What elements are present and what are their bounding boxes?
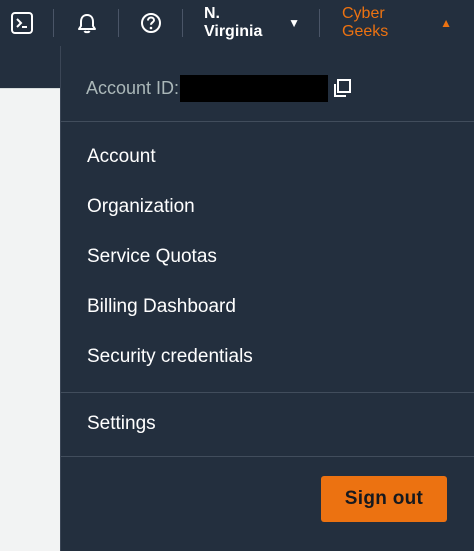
caret-up-icon: ▲: [440, 16, 452, 30]
separator: [118, 9, 119, 37]
region-label: N. Virginia: [204, 5, 263, 40]
account-dropdown-menu: Account ID: Account Organization Service…: [60, 46, 474, 551]
caret-down-icon: ▼: [288, 16, 300, 30]
separator: [53, 9, 54, 37]
account-id-row: Account ID:: [86, 74, 352, 102]
divider: [61, 121, 474, 122]
region-selector[interactable]: N. Virginia ▼: [204, 0, 300, 46]
separator: [319, 9, 320, 37]
copy-icon[interactable]: [332, 78, 352, 98]
account-menu-toggle[interactable]: Cyber Geeks ▲: [342, 0, 452, 46]
page-content-area: [0, 88, 60, 551]
menu-item-billing-dashboard[interactable]: Billing Dashboard: [87, 292, 236, 322]
cloudshell-icon[interactable]: [6, 0, 38, 46]
account-id-redacted: [180, 74, 329, 102]
menu-item-service-quotas[interactable]: Service Quotas: [87, 242, 217, 272]
divider: [61, 456, 474, 457]
divider: [61, 392, 474, 393]
menu-item-organization[interactable]: Organization: [87, 192, 195, 222]
menu-item-account[interactable]: Account: [87, 142, 156, 172]
account-id-label: Account ID:: [86, 77, 180, 98]
menu-item-security-credentials[interactable]: Security credentials: [87, 342, 253, 372]
bell-icon[interactable]: [72, 0, 102, 46]
separator: [182, 9, 183, 37]
help-circle-icon[interactable]: [136, 0, 166, 46]
sign-out-button[interactable]: Sign out: [321, 476, 447, 522]
menu-item-settings[interactable]: Settings: [87, 409, 156, 439]
account-name: Cyber Geeks: [342, 5, 389, 40]
